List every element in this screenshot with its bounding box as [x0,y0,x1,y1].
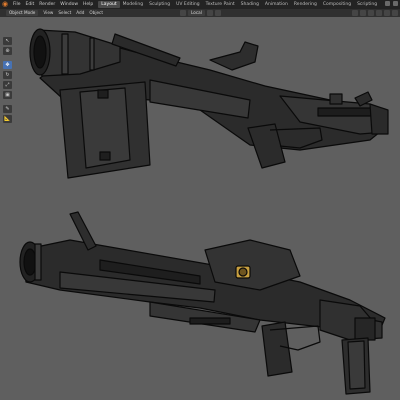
header-shading-controls [352,10,398,16]
tab-animation[interactable]: Animation [262,1,291,8]
menu-help[interactable]: Help [83,0,93,9]
move-tool-icon[interactable]: ✥ [3,61,12,69]
orientation-selector[interactable]: Local [188,10,205,16]
header-menu-object[interactable]: Object [89,9,103,17]
wireframe-shading-icon[interactable] [368,10,374,16]
tab-scripting[interactable]: Scripting [354,1,380,8]
tool-separator [3,57,12,59]
tool-separator [3,101,12,103]
topbar-right-controls [385,1,398,6]
menu-file[interactable]: File [13,0,21,9]
tab-compositing[interactable]: Compositing [320,1,354,8]
3d-viewport[interactable]: ↖ ⊕ ✥ ↻ ⤢ ▣ ✎ 📐 [0,17,400,400]
header-menu-select[interactable]: Select [58,9,71,17]
scene-icon[interactable] [385,1,390,6]
top-gun-model[interactable] [29,28,389,179]
xray-icon[interactable] [360,10,366,16]
tab-uv-editing[interactable]: UV Editing [173,1,202,8]
view-layer-icon[interactable] [393,1,398,6]
header-menu-view[interactable]: View [43,9,53,17]
solid-shading-icon[interactable] [376,10,382,16]
header-transform-controls: Local [180,10,221,16]
tab-sculpting[interactable]: Sculpting [146,1,173,8]
annotate-tool-icon[interactable]: ✎ [3,105,12,113]
bottom-gun-model[interactable] [19,211,386,395]
measure-tool-icon[interactable]: 📐 [3,115,12,123]
cursor-tool-icon[interactable]: ↖ [3,37,12,45]
menu-window[interactable]: Window [60,0,78,9]
mode-selector[interactable]: Object Mode [6,10,39,16]
overlay-icon[interactable] [352,10,358,16]
pivot-icon[interactable] [180,10,186,16]
blender-logo-icon[interactable]: ◉ [2,1,10,8]
snap-icon[interactable] [206,10,213,16]
menu-render[interactable]: Render [39,0,55,9]
rotate-tool-icon[interactable]: ↻ [3,71,12,79]
blender-window: ◉ File Edit Render Window Help Layout Mo… [0,0,400,400]
menu-edit[interactable]: Edit [26,0,35,9]
tab-modeling[interactable]: Modeling [120,1,146,8]
tab-layout[interactable]: Layout [98,1,120,8]
cursor-3d-tool-icon[interactable]: ⊕ [3,47,12,55]
material-shading-icon[interactable] [384,10,390,16]
scale-tool-icon[interactable]: ⤢ [3,81,12,89]
proportional-icon[interactable] [214,10,221,16]
gun-models [19,28,389,395]
tab-rendering[interactable]: Rendering [291,1,320,8]
top-menu-bar: ◉ File Edit Render Window Help Layout Mo… [0,0,400,9]
transform-tool-icon[interactable]: ▣ [3,91,12,99]
rendered-shading-icon[interactable] [392,10,398,16]
tool-shelf: ↖ ⊕ ✥ ↻ ⤢ ▣ ✎ 📐 [3,37,12,123]
tab-texture-paint[interactable]: Texture Paint [203,1,238,8]
viewport-header: Object Mode View Select Add Object Local [0,9,400,17]
tab-shading[interactable]: Shading [238,1,262,8]
header-menu-add[interactable]: Add [76,9,84,17]
